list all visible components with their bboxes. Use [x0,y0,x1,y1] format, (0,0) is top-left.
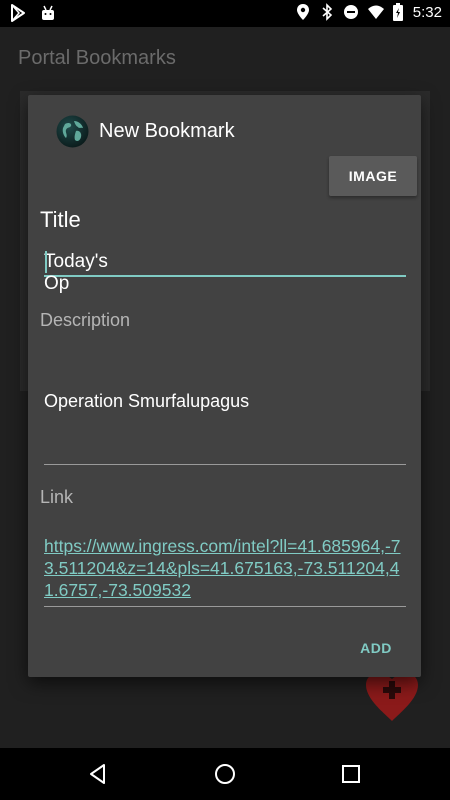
android-icon [42,5,54,20]
image-button[interactable]: IMAGE [329,156,417,196]
globe-icon [56,115,89,148]
title-input[interactable]: Today's Op [44,245,406,294]
bluetooth-icon [322,3,332,21]
link-label: Link [40,487,74,507]
link-url[interactable]: https://www.ingress.com/intel?ll=41.6859… [44,535,406,601]
description-input[interactable]: Operation Smurfalupagus [44,345,406,465]
play-store-icon [11,4,25,22]
dialog-header: New Bookmark [56,115,235,148]
recents-icon[interactable] [339,762,363,786]
dnd-icon [343,5,358,19]
title-label: Title [40,207,81,232]
location-icon [296,4,309,20]
back-icon[interactable] [86,762,110,786]
description-input-text: Operation Smurfalupagus [44,391,250,411]
new-bookmark-dialog: New Bookmark IMAGE Title Today's Op Desc… [28,95,421,677]
status-bar: 5:32 [0,0,450,27]
battery-icon [392,3,403,21]
navigation-bar [0,748,450,800]
home-icon[interactable] [213,762,237,786]
add-button[interactable]: ADD [346,636,406,660]
description-label: Description [40,310,131,330]
text-cursor [45,251,47,273]
link-input[interactable]: https://www.ingress.com/intel?ll=41.6859… [44,535,406,607]
wifi-icon [367,5,384,19]
app-title: Portal Bookmarks [18,47,176,69]
title-input-text: Today's Op [44,251,108,294]
dialog-title: New Bookmark [99,120,235,142]
clock: 5:32 [412,3,442,21]
